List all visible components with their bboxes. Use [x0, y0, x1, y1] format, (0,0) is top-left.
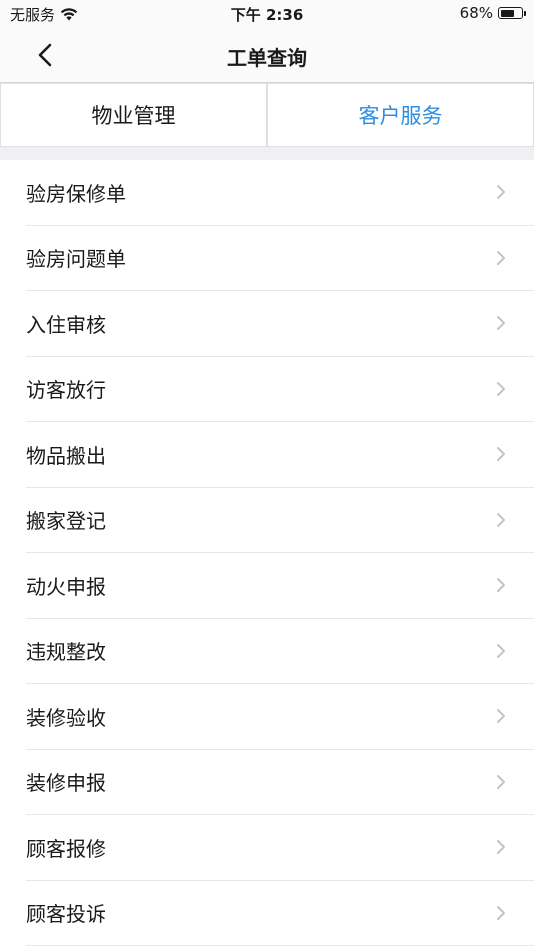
- list-item-label: 入住审核: [26, 312, 106, 337]
- list-item-label: 访客放行: [26, 378, 106, 403]
- list-item[interactable]: 验房问题单: [26, 226, 534, 291]
- chevron-right-icon: [497, 250, 505, 265]
- chevron-right-icon: [497, 709, 505, 724]
- battery-icon: [498, 7, 523, 19]
- list-item-label: 验房问题单: [26, 247, 126, 272]
- list-item[interactable]: 装修申报: [26, 750, 534, 815]
- chevron-right-icon: [497, 840, 505, 855]
- status-bar: 无服务 下午 2:36 68%: [0, 0, 534, 28]
- list-item-label: 违规整改: [26, 640, 106, 665]
- list-item-label: 验房保修单: [26, 181, 126, 206]
- list-item-label: 顾客报修: [26, 836, 106, 861]
- list-item-label: 搬家登记: [26, 509, 106, 534]
- list-item[interactable]: 验房保修单: [26, 160, 534, 226]
- list-item[interactable]: 物品搬出: [26, 422, 534, 488]
- chevron-right-icon: [497, 905, 505, 920]
- list-item-label: 装修验收: [26, 705, 106, 730]
- chevron-right-icon: [497, 643, 505, 658]
- list-item[interactable]: 入住审核: [26, 291, 534, 357]
- status-time: 下午 2:36: [230, 6, 304, 24]
- status-right: 68%: [460, 4, 526, 22]
- list-item[interactable]: 装修验收: [26, 684, 534, 750]
- list-item-label: 装修申报: [26, 771, 106, 796]
- battery-fill: [500, 9, 515, 17]
- list-item-label: 动火申报: [26, 574, 106, 599]
- tab-property-management[interactable]: 物业管理: [1, 84, 266, 146]
- list-item-label: 物品搬出: [26, 443, 106, 468]
- list-item-label: 顾客投诉: [26, 902, 106, 927]
- list-item[interactable]: 违规整改: [26, 619, 534, 684]
- page-title: 工单查询: [227, 46, 307, 70]
- section-separator: [0, 147, 534, 160]
- battery-percent: 68%: [459, 4, 493, 22]
- list-item[interactable]: 顾客投诉: [26, 881, 534, 946]
- work-order-list: 验房保修单验房问题单入住审核访客放行物品搬出搬家登记动火申报违规整改装修验收装修…: [0, 160, 534, 946]
- chevron-right-icon: [497, 512, 505, 527]
- segment-tabs: 物业管理 客户服务: [0, 83, 534, 147]
- list-item[interactable]: 顾客报修: [26, 815, 534, 881]
- battery-cap: [524, 10, 526, 16]
- chevron-right-icon: [497, 185, 505, 200]
- chevron-right-icon: [497, 578, 505, 593]
- navigation-bar: 工单查询: [0, 28, 534, 83]
- chevron-right-icon: [497, 381, 505, 396]
- chevron-right-icon: [497, 447, 505, 462]
- chevron-right-icon: [497, 316, 505, 331]
- chevron-right-icon: [497, 774, 505, 789]
- list-item[interactable]: 访客放行: [26, 357, 534, 422]
- list-item[interactable]: 动火申报: [26, 553, 534, 619]
- tab-customer-service[interactable]: 客户服务: [268, 84, 533, 146]
- list-item[interactable]: 搬家登记: [26, 488, 534, 553]
